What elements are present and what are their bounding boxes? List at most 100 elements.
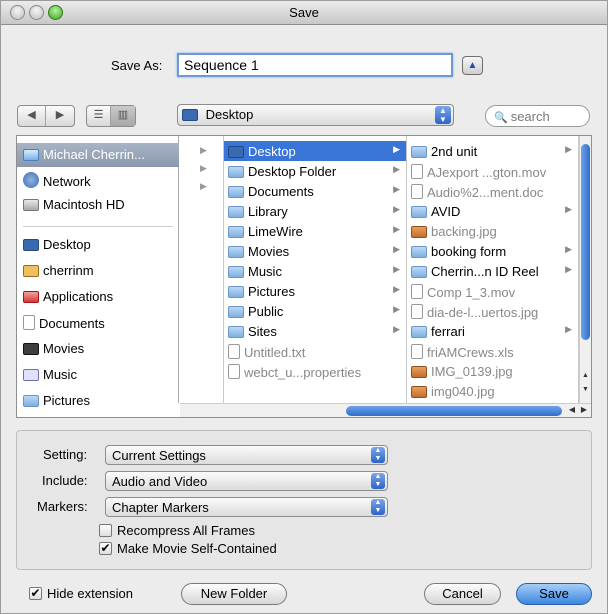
chevron-right-icon: ▶ — [565, 204, 572, 214]
column-1[interactable]: ▶ ▶ ▶ — [180, 136, 224, 403]
item-label: Sites — [248, 324, 277, 339]
navigation-buttons: ◀ ▶ — [17, 105, 75, 127]
markers-popup[interactable]: Chapter Markers ▲ ▼ — [105, 497, 388, 517]
item-label: img040.jpg — [431, 384, 495, 399]
list-item[interactable]: 2nd unit ▶ — [407, 141, 578, 161]
search-placeholder: search — [510, 109, 550, 124]
chevron-right-icon: ▶ — [393, 304, 400, 314]
list-item[interactable]: Comp 1_3.mov — [407, 281, 578, 301]
recompress-checkbox[interactable] — [99, 524, 112, 537]
list-item[interactable]: webct_u...properties — [224, 361, 406, 381]
save-as-label: Save As: — [111, 58, 163, 73]
sidebar-item-label: Desktop — [43, 237, 91, 252]
folder-icon — [228, 306, 244, 318]
list-view-icon[interactable]: ☰ — [87, 106, 111, 126]
new-folder-button[interactable]: New Folder — [181, 583, 287, 605]
sidebar-item-movies[interactable]: Movies — [17, 337, 179, 361]
chevron-right-icon: ▶ — [393, 224, 400, 234]
sidebar-item-documents[interactable]: Documents — [17, 311, 179, 335]
scroll-up-icon[interactable]: ▲ — [580, 372, 591, 384]
list-item[interactable]: AJexport ...gton.mov — [407, 161, 578, 181]
chevron-right-icon: ▶ — [200, 145, 207, 155]
movie-file-icon — [411, 284, 423, 299]
cancel-button[interactable]: Cancel — [424, 583, 501, 605]
sidebar-item-applications[interactable]: Applications — [17, 285, 179, 309]
sidebar-item-computer[interactable]: Michael Cherrin... — [17, 143, 179, 167]
disclosure-button[interactable]: ▲ — [462, 56, 483, 75]
list-item[interactable]: Library ▶ — [224, 201, 406, 221]
document-icon — [228, 344, 240, 359]
list-item[interactable]: Pictures ▶ — [224, 281, 406, 301]
item-label: Pictures — [248, 284, 295, 299]
folder-icon — [228, 166, 244, 178]
scroll-left-icon[interactable]: ◀ — [566, 405, 578, 414]
sidebar-item-home[interactable]: cherrinm — [17, 259, 179, 283]
item-label: Cherrin...n ID Reel — [431, 264, 539, 279]
image-file-icon — [411, 226, 427, 238]
column-view-icon[interactable]: ▥ — [111, 106, 135, 126]
list-item[interactable]: Desktop ▶ — [224, 141, 406, 161]
scroll-right-icon[interactable]: ▶ — [578, 405, 590, 414]
search-field[interactable]: 🔍 search — [485, 105, 590, 127]
folder-icon — [411, 146, 427, 158]
chevron-right-icon: ▶ — [393, 164, 400, 174]
markers-label: Markers: — [37, 499, 88, 514]
item-label: ferrari — [431, 324, 465, 339]
setting-popup[interactable]: Current Settings ▲ ▼ — [105, 445, 388, 465]
image-file-icon — [411, 386, 427, 398]
sidebar-item-macintosh-hd[interactable]: Macintosh HD — [17, 193, 179, 217]
list-item[interactable]: Untitled.txt — [224, 341, 406, 361]
sidebar-item-network[interactable]: Network — [17, 168, 179, 192]
list-item[interactable]: dia-de-l...uertos.jpg — [407, 301, 578, 321]
self-contained-checkbox[interactable]: ✔ — [99, 542, 112, 555]
list-item[interactable]: Documents ▶ — [224, 181, 406, 201]
save-button[interactable]: Save — [516, 583, 592, 605]
list-item[interactable]: Music ▶ — [224, 261, 406, 281]
setting-value: Current Settings — [112, 448, 206, 463]
list-item[interactable]: LimeWire ▶ — [224, 221, 406, 241]
item-label: booking form — [431, 244, 507, 259]
list-item[interactable]: booking form ▶ — [407, 241, 578, 261]
list-item[interactable]: Audio%2...ment.doc — [407, 181, 578, 201]
horizontal-scrollbar[interactable]: ◀ ▶ — [180, 403, 591, 417]
list-item[interactable]: Public ▶ — [224, 301, 406, 321]
list-item[interactable]: Movies ▶ — [224, 241, 406, 261]
chevron-right-icon: ▶ — [565, 324, 572, 334]
item-label: AJexport ...gton.mov — [427, 165, 547, 180]
location-popup[interactable]: Desktop ▲ ▼ — [177, 104, 454, 126]
applications-icon — [23, 291, 39, 303]
title-bar[interactable]: Save — [1, 1, 607, 25]
vertical-scroll-thumb[interactable] — [581, 144, 590, 340]
list-item[interactable]: Cherrin...n ID Reel ▶ — [407, 261, 578, 281]
list-item[interactable]: ▶ — [180, 160, 223, 180]
include-label: Include: — [42, 473, 88, 488]
back-button[interactable]: ◀ — [18, 106, 46, 126]
list-item[interactable]: backing.jpg — [407, 221, 578, 241]
list-item[interactable]: Desktop Folder ▶ — [224, 161, 406, 181]
list-item[interactable]: IMG_0139.jpg — [407, 361, 578, 381]
list-item[interactable]: ▶ — [180, 142, 223, 162]
list-item[interactable]: img040.jpg — [407, 381, 578, 401]
item-label: Public — [248, 304, 284, 319]
sidebar-item-music[interactable]: Music — [17, 363, 179, 387]
chevron-right-icon: ▶ — [393, 244, 400, 254]
search-icon: 🔍 — [494, 112, 508, 124]
list-item[interactable]: friAMCrews.xls — [407, 341, 578, 361]
include-popup[interactable]: Audio and Video ▲ ▼ — [105, 471, 388, 491]
scroll-down-icon[interactable]: ▼ — [580, 386, 591, 398]
list-item[interactable]: AVID ▶ — [407, 201, 578, 221]
list-item[interactable]: ferrari ▶ — [407, 321, 578, 341]
horizontal-scroll-thumb[interactable] — [346, 406, 562, 416]
vertical-scrollbar[interactable]: ▲ ▼ — [579, 136, 591, 403]
list-item[interactable]: Sites ▶ — [224, 321, 406, 341]
network-icon — [23, 172, 39, 188]
forward-button[interactable]: ▶ — [46, 106, 74, 126]
save-as-input[interactable] — [177, 53, 453, 77]
list-item[interactable]: ▶ — [180, 178, 223, 198]
file-browser: Michael Cherrin... Network Macintosh HD … — [16, 135, 592, 418]
sidebar-item-desktop[interactable]: Desktop — [17, 233, 179, 257]
hide-extension-checkbox[interactable]: ✔ — [29, 587, 42, 600]
folder-icon — [411, 326, 427, 338]
column-2: Desktop ▶ Desktop Folder ▶ Documents ▶ Libr… — [224, 136, 407, 403]
sidebar-item-pictures[interactable]: Pictures — [17, 389, 179, 413]
